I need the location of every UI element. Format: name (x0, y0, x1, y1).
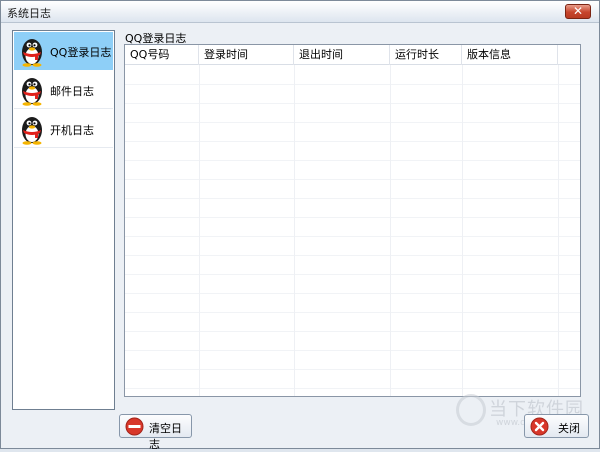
system-log-window: 系统日志 ✕ QQ登录日志 邮件日志 开机日志 QQ登录日志 QQ号码 登录时间… (0, 0, 600, 451)
table-grid-column-line (390, 65, 391, 396)
close-circle-icon (530, 417, 549, 436)
table-grid-row-line (125, 84, 580, 85)
column-header-run-duration[interactable]: 运行时长 (390, 45, 462, 65)
table-grid-row-line (125, 274, 580, 275)
sidebar-item-mail-log[interactable]: 邮件日志 (14, 71, 113, 109)
table-grid-row-line (125, 255, 580, 256)
column-header-logout-time[interactable]: 退出时间 (294, 45, 390, 65)
table-grid-row-line (125, 160, 580, 161)
no-entry-icon (125, 417, 144, 436)
close-button-label: 关闭 (558, 422, 580, 435)
qq-penguin-icon (22, 78, 42, 106)
title-bar[interactable]: 系统日志 ✕ (1, 1, 599, 23)
table-grid-row-line (125, 331, 580, 332)
log-category-list: QQ登录日志 邮件日志 开机日志 (12, 30, 115, 410)
sidebar-item-label: 开机日志 (50, 124, 94, 137)
sidebar-item-label: QQ登录日志 (50, 46, 112, 59)
table-grid-row-line (125, 217, 580, 218)
table-grid-row-line (125, 103, 580, 104)
table-grid-row-line (125, 388, 580, 389)
sidebar-item-qq-login-log[interactable]: QQ登录日志 (14, 32, 113, 70)
column-header-qq-number[interactable]: QQ号码 (125, 45, 199, 65)
table-grid-row-line (125, 122, 580, 123)
table-grid-row-line (125, 350, 580, 351)
window-title: 系统日志 (7, 7, 51, 20)
window-close-button[interactable]: ✕ (565, 4, 591, 19)
table-grid-row-line (125, 369, 580, 370)
table-grid-row-line (125, 198, 580, 199)
table-grid-column-line (558, 65, 559, 396)
table-grid-row-line (125, 141, 580, 142)
column-header-login-time[interactable]: 登录时间 (199, 45, 294, 65)
table-grid-column-line (294, 65, 295, 396)
table-header: QQ号码 登录时间 退出时间 运行时长 版本信息 (125, 45, 580, 65)
table-grid-row-line (125, 312, 580, 313)
sidebar-item-boot-log[interactable]: 开机日志 (14, 110, 113, 148)
clear-log-label: 清空日志 (149, 422, 182, 451)
table-grid-column-line (199, 65, 200, 396)
login-log-table[interactable]: QQ号码 登录时间 退出时间 运行时长 版本信息 (124, 44, 581, 397)
qq-penguin-icon (22, 39, 42, 67)
sidebar-item-label: 邮件日志 (50, 85, 94, 98)
watermark-logo-icon (456, 394, 486, 426)
table-grid-column-line (462, 65, 463, 396)
table-grid-row-line (125, 179, 580, 180)
column-header-version-info[interactable]: 版本信息 (462, 45, 558, 65)
table-grid-row-line (125, 293, 580, 294)
table-grid-row-line (125, 236, 580, 237)
clear-log-button[interactable]: 清空日志 (119, 414, 192, 451)
qq-penguin-icon (22, 117, 42, 145)
close-button[interactable]: 关闭 (524, 414, 589, 438)
